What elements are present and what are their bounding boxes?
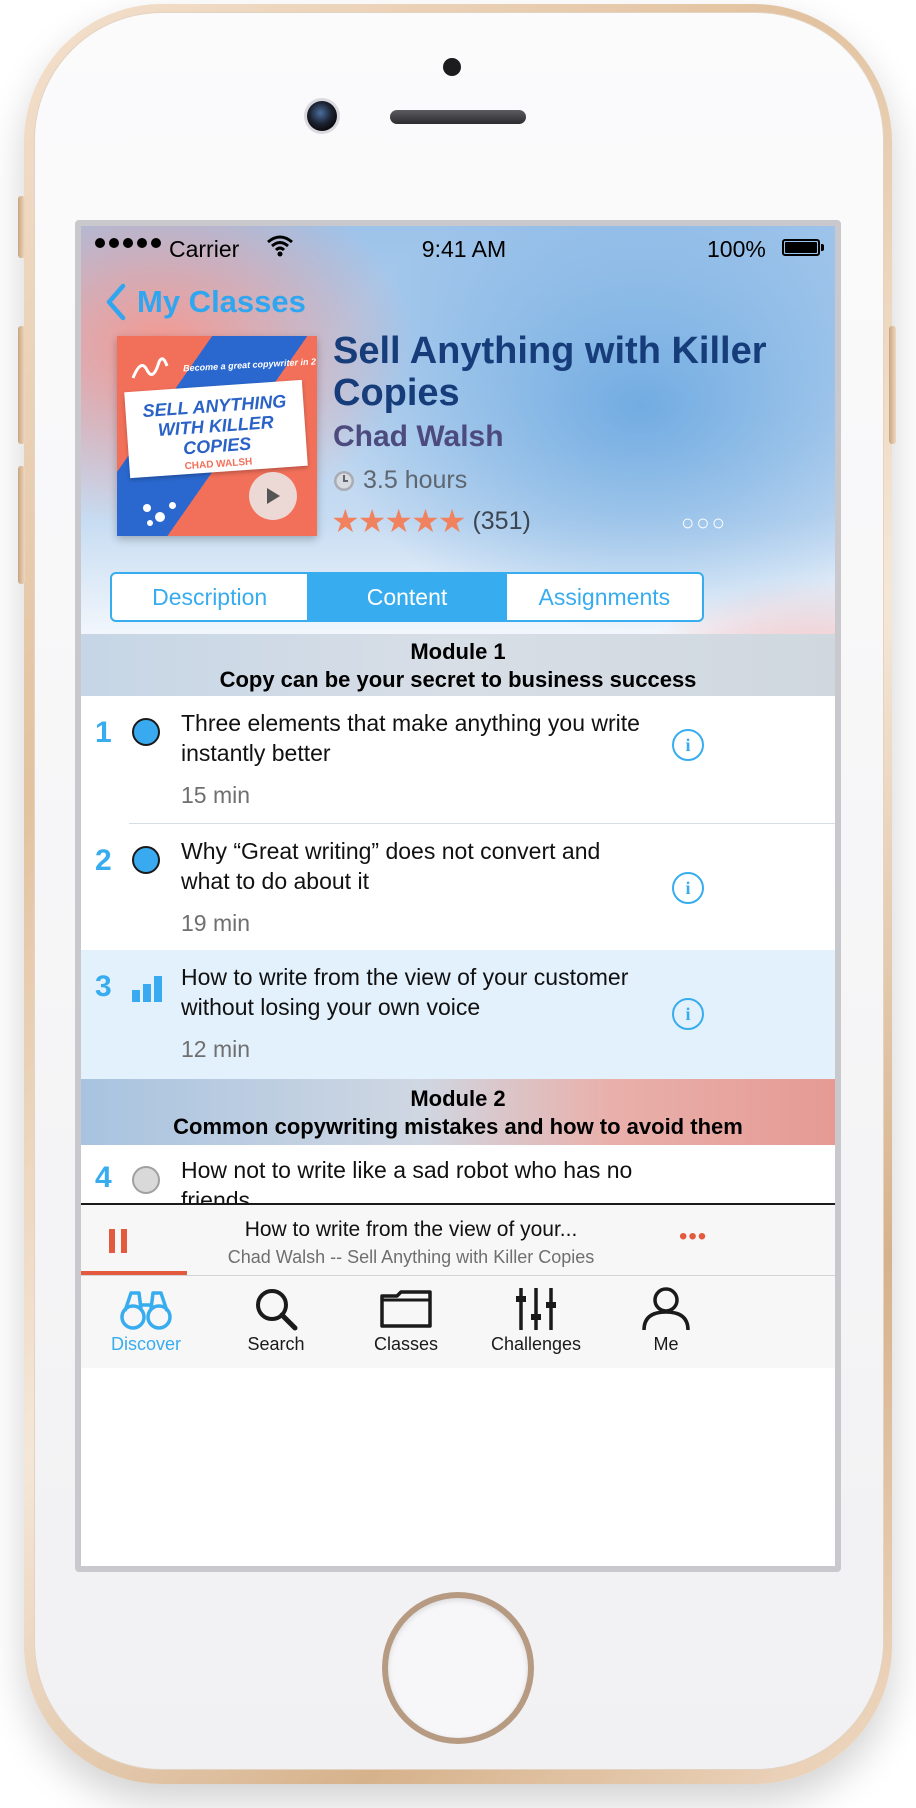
folder-icon <box>380 1290 432 1328</box>
mute-switch <box>18 196 25 258</box>
back-button[interactable]: My Classes <box>101 282 306 322</box>
rating-count: (351) <box>472 506 531 535</box>
home-button[interactable] <box>388 1598 528 1738</box>
cover-decoration <box>143 504 151 512</box>
completed-status-icon <box>132 718 160 746</box>
lesson-row[interactable]: 1 Three elements that make anything you … <box>81 696 835 823</box>
lesson-duration: 19 min <box>181 910 251 936</box>
cover-decoration <box>147 520 153 526</box>
now-playing-subtitle: Chad Walsh -- Sell Anything with Killer … <box>227 1247 595 1267</box>
lesson-title: How to write from the view of your custo… <box>181 964 629 1020</box>
course-author[interactable]: Chad Walsh <box>333 420 504 454</box>
cover-tagline: Become a great copywriter in 2 weeks <box>182 355 317 374</box>
cover-decoration <box>169 502 176 509</box>
status-bar: Carrier 9:41 AM 100% <box>81 226 835 272</box>
more-options-icon[interactable]: ○○○ <box>681 510 727 536</box>
pending-status-icon <box>132 1166 160 1194</box>
lesson-duration: 15 min <box>181 782 251 808</box>
tab-me[interactable]: Me <box>601 1284 731 1355</box>
lesson-duration: 12 min <box>181 1036 251 1062</box>
info-icon[interactable]: i <box>672 872 704 904</box>
tab-label: Search <box>247 1334 305 1354</box>
person-icon <box>642 1287 690 1331</box>
front-camera-icon <box>307 101 337 131</box>
module-header: Module 1 Copy can be your secret to busi… <box>81 634 835 696</box>
lesson-row[interactable]: 2 Why “Great writing” does not convert a… <box>81 824 835 950</box>
course-title: Sell Anything with Killer Copies <box>333 330 767 414</box>
course-header: Carrier 9:41 AM 100% My Classes Become a… <box>81 226 835 646</box>
module-title: Module 2 <box>410 1086 506 1111</box>
play-icon <box>267 488 280 504</box>
battery-percentage: 100% <box>707 236 766 262</box>
lesson-row-current[interactable]: 3 How to write from the view of your cus… <box>81 950 835 1079</box>
search-icon <box>256 1289 298 1331</box>
course-rating[interactable]: ★★★★★ (351) <box>331 502 531 540</box>
course-duration: 3.5 hours <box>333 466 467 495</box>
app-screen: Carrier 9:41 AM 100% My Classes Become a… <box>75 220 841 1572</box>
module-subtitle: Common copywriting mistakes and how to a… <box>173 1114 743 1139</box>
sliders-icon <box>516 1288 556 1330</box>
volume-down-button <box>18 466 25 584</box>
tab-bar: Discover Search Classes Challenges Me <box>81 1275 835 1368</box>
proximity-sensor <box>443 58 461 76</box>
lesson-title: How not to write like a sad robot who ha… <box>181 1157 633 1205</box>
binoculars-icon <box>120 1291 172 1330</box>
lesson-title: Three elements that make anything you wr… <box>181 710 640 766</box>
module-header: Module 2 Common copywriting mistakes and… <box>81 1079 835 1145</box>
cover-decoration <box>181 342 188 349</box>
player-more-icon[interactable]: ••• <box>679 1223 707 1251</box>
squiggle-decoration <box>131 357 169 379</box>
lesson-title: Why “Great writing” does not convert and… <box>181 838 601 894</box>
module-subtitle: Copy can be your secret to business succ… <box>219 667 697 692</box>
lesson-number: 4 <box>95 1161 112 1194</box>
tab-assignments[interactable]: Assignments <box>504 574 702 620</box>
duration-text: 3.5 hours <box>363 466 468 494</box>
power-button <box>889 326 896 444</box>
battery-icon <box>782 239 820 256</box>
mini-player[interactable]: How to write from the view of your... Ch… <box>81 1203 835 1275</box>
tab-label: Discover <box>110 1334 181 1354</box>
cover-decoration <box>155 512 165 522</box>
course-cover-image[interactable]: Become a great copywriter in 2 weeks SEL… <box>117 336 317 536</box>
clock-icon <box>334 470 354 491</box>
completed-status-icon <box>132 846 160 874</box>
lesson-number: 1 <box>95 716 112 749</box>
tab-challenges[interactable]: Challenges <box>471 1284 601 1355</box>
now-playing-icon <box>132 972 166 1002</box>
lesson-number: 3 <box>95 970 112 1003</box>
wifi-icon <box>267 235 293 257</box>
lesson-number: 2 <box>95 844 112 877</box>
tab-label: Classes <box>373 1334 439 1354</box>
tab-classes[interactable]: Classes <box>341 1284 471 1355</box>
segmented-control: Description Content Assignments <box>110 572 704 622</box>
chevron-left-icon <box>106 283 126 321</box>
battery-nub <box>821 244 824 251</box>
tab-content[interactable]: Content <box>307 574 505 620</box>
earpiece-speaker <box>390 110 526 124</box>
play-preview-button[interactable] <box>249 472 297 520</box>
now-playing-title: How to write from the view of your... <box>244 1218 578 1241</box>
signal-icon <box>95 238 161 248</box>
carrier-label: Carrier <box>169 236 240 262</box>
tab-discover[interactable]: Discover <box>81 1284 211 1355</box>
cover-decoration <box>193 348 198 353</box>
info-icon[interactable]: i <box>672 998 704 1030</box>
back-button-label: My Classes <box>137 284 306 319</box>
pause-icon[interactable] <box>109 1229 127 1253</box>
volume-up-button <box>18 326 25 444</box>
tab-description[interactable]: Description <box>112 574 307 620</box>
cover-title-card: SELL ANYTHING WITH KILLER COPIES CHAD WA… <box>124 379 308 479</box>
clock-time: 9:41 AM <box>421 236 507 262</box>
cover-title: SELL ANYTHING WITH KILLER COPIES <box>141 391 287 459</box>
lesson-row[interactable]: 4 How not to write like a sad robot who … <box>81 1145 835 1205</box>
tab-search[interactable]: Search <box>211 1284 341 1355</box>
star-rating-icon: ★★★★★ <box>331 503 466 539</box>
module-title: Module 1 <box>410 639 506 664</box>
tab-label: Me <box>653 1334 679 1354</box>
info-icon[interactable]: i <box>672 729 704 761</box>
tab-label: Challenges <box>490 1334 582 1354</box>
